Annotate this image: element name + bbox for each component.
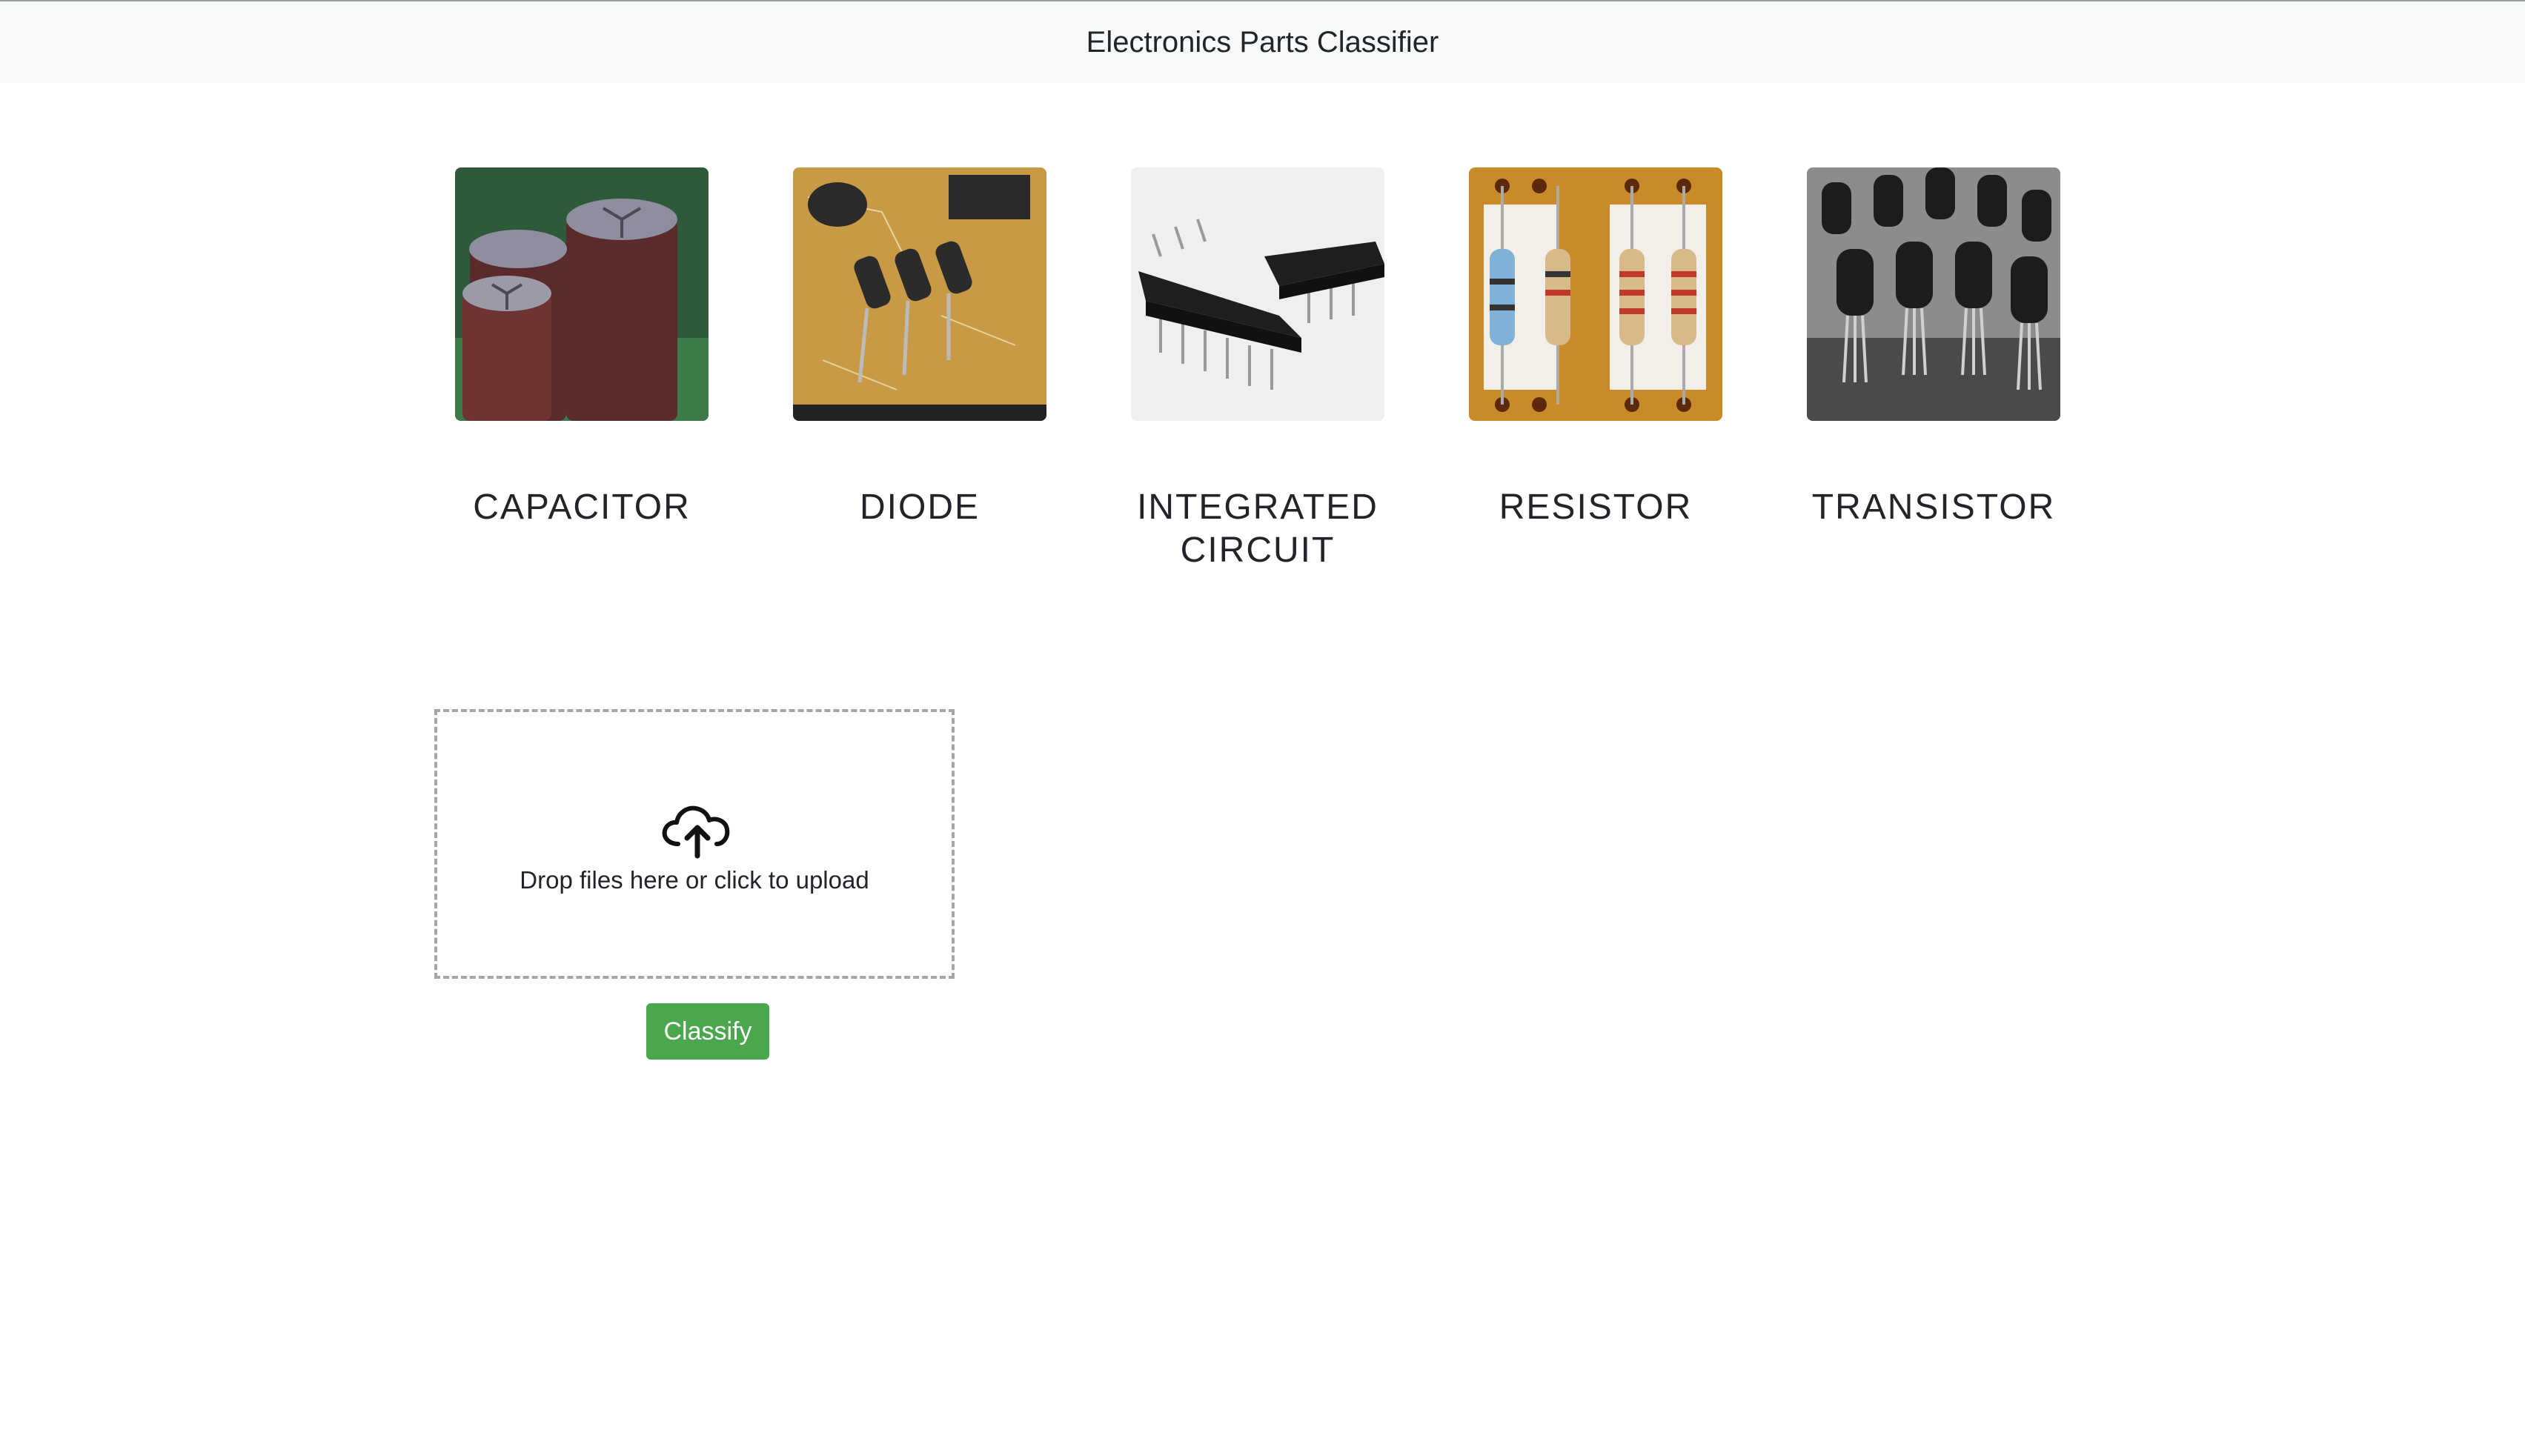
resistor-image <box>1469 167 1722 421</box>
cloud-upload-icon <box>662 805 730 859</box>
classify-button[interactable]: Classify <box>646 1003 769 1060</box>
category-label-transistor: TRANSISTOR <box>1811 488 2056 527</box>
category-card-transistor: TRANSISTOR <box>1807 167 2060 529</box>
navbar: Electronics Parts Classifier <box>0 0 2525 83</box>
dropzone-text: Drop files here or click to upload <box>520 866 869 894</box>
upload-dropzone[interactable]: Drop files here or click to upload <box>434 709 955 979</box>
category-label-resistor: RESISTOR <box>1499 488 1693 527</box>
page-title: Electronics Parts Classifier <box>1086 25 1439 59</box>
category-card-capacitor: CAPACITOR <box>455 167 709 529</box>
category-card-resistor: RESISTOR <box>1469 167 1722 529</box>
category-card-diode: DIODE <box>793 167 1046 529</box>
category-label-capacitor: CAPACITOR <box>473 488 691 527</box>
transistor-image <box>1807 167 2060 421</box>
capacitor-image <box>455 167 709 421</box>
diode-image <box>793 167 1046 421</box>
category-card-integrated-circuit: INTEGRATED CIRCUIT <box>1131 167 1384 572</box>
category-label-diode: DIODE <box>859 488 980 527</box>
integrated-circuit-image <box>1131 167 1384 421</box>
category-label-integrated-circuit: INTEGRATED CIRCUIT <box>1137 488 1378 570</box>
